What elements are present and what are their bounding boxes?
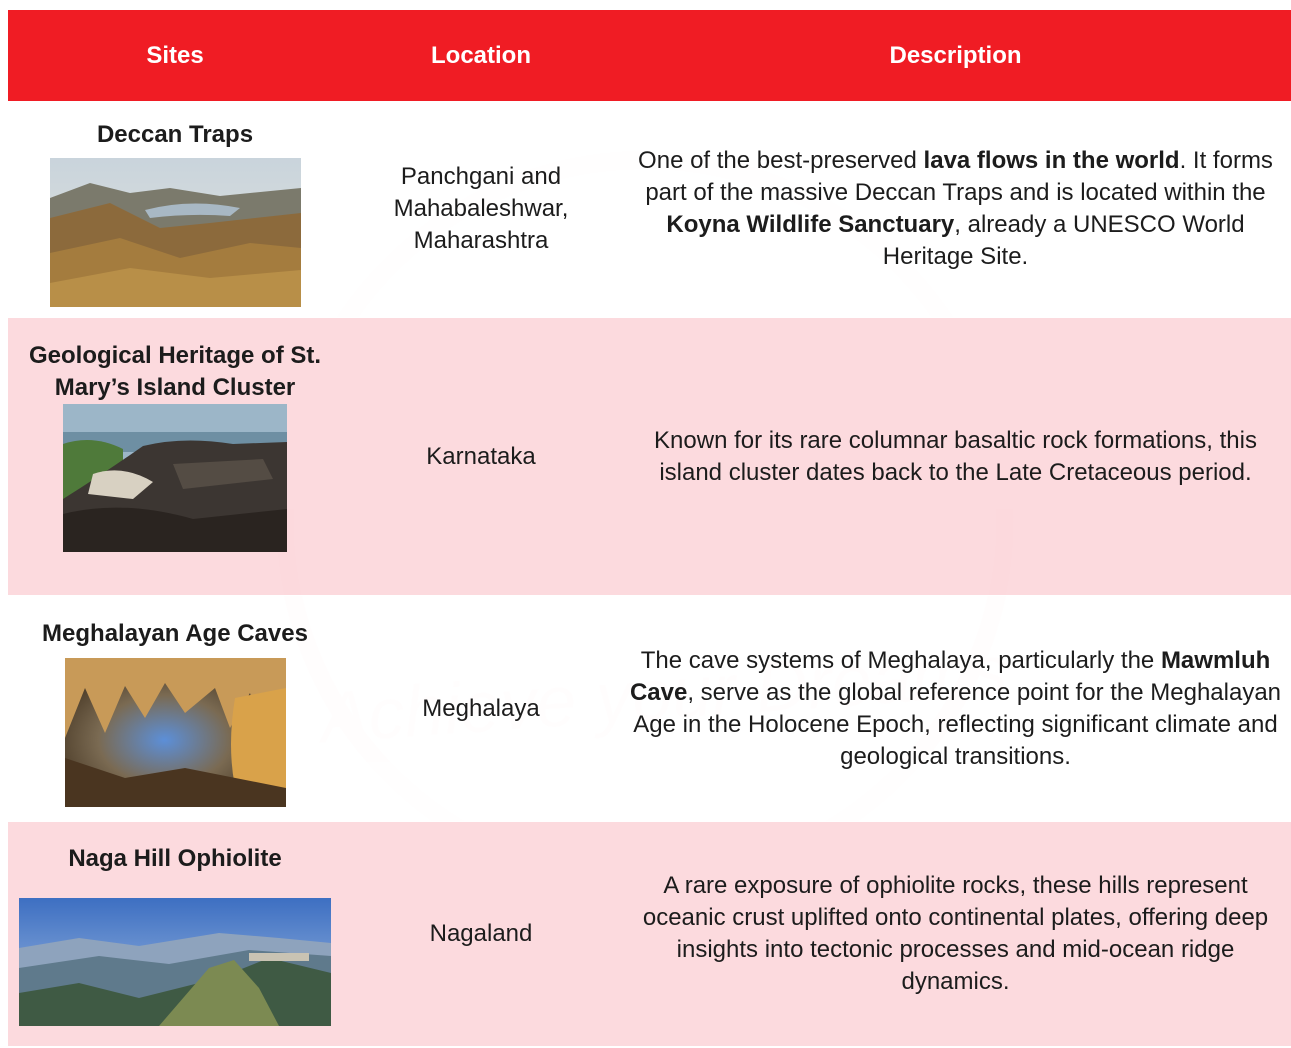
header-description: Description [889, 41, 1022, 69]
table-row: Naga Hill Ophiolite Nagaland A rare expo… [8, 822, 1291, 1046]
site-cell: Meghalayan Age Caves [8, 596, 342, 821]
site-name: Naga Hill Ophiolite [68, 845, 282, 872]
location-cell: Panchgani and Mahabaleshwar, Maharashtra [393, 163, 569, 254]
description-cell: Known for its rare columnar basaltic roc… [620, 318, 1291, 595]
table-row: Deccan Traps Panchgani and Mahabaleshwar… [8, 101, 1291, 317]
site-name: Geological Heritage of St. Mary’s Island… [28, 342, 322, 401]
location-cell: Karnataka [426, 442, 536, 470]
site-cell: Naga Hill Ophiolite [8, 822, 342, 1046]
header-location: Location [431, 41, 531, 69]
mountain-ridge-photo [19, 898, 331, 1026]
hill-landscape-photo [49, 158, 301, 307]
table-row: Geological Heritage of St. Mary’s Island… [8, 318, 1291, 595]
geoheritage-table: Sites Location Description Deccan Traps … [8, 10, 1291, 1046]
site-name: Meghalayan Age Caves [42, 620, 308, 647]
site-name: Deccan Traps [96, 121, 254, 148]
site-cell: Geological Heritage of St. Mary’s Island… [8, 318, 342, 595]
header-sites: Sites [146, 41, 204, 69]
location-cell: Nagaland [429, 920, 533, 947]
bold-highlight: lava flows in the world [923, 147, 1180, 174]
description-text: Known for its rare columnar basaltic roc… [654, 426, 1257, 486]
table-header: Sites Location Description [8, 10, 1291, 101]
description-text: One of the best-preserved lava flows in … [638, 147, 1273, 270]
location-cell: Meghalaya [422, 694, 540, 722]
description-cell: A rare exposure of ophiolite rocks, thes… [620, 822, 1291, 1046]
table-row: Meghalayan Age Caves Meghalaya The cave … [8, 596, 1291, 821]
description-text: The cave systems of Meghalaya, particula… [629, 646, 1282, 770]
cave-stalactites-photo [64, 658, 286, 807]
site-cell: Deccan Traps [8, 101, 342, 317]
description-cell: One of the best-preserved lava flows in … [620, 101, 1291, 317]
bold-highlight: Koyna Wildlife Sanctuary [666, 211, 955, 238]
description-text: A rare exposure of ophiolite rocks, thes… [642, 872, 1269, 995]
coastal-basalt-rocks-photo [63, 404, 287, 552]
description-cell: The cave systems of Meghalaya, particula… [620, 596, 1291, 821]
